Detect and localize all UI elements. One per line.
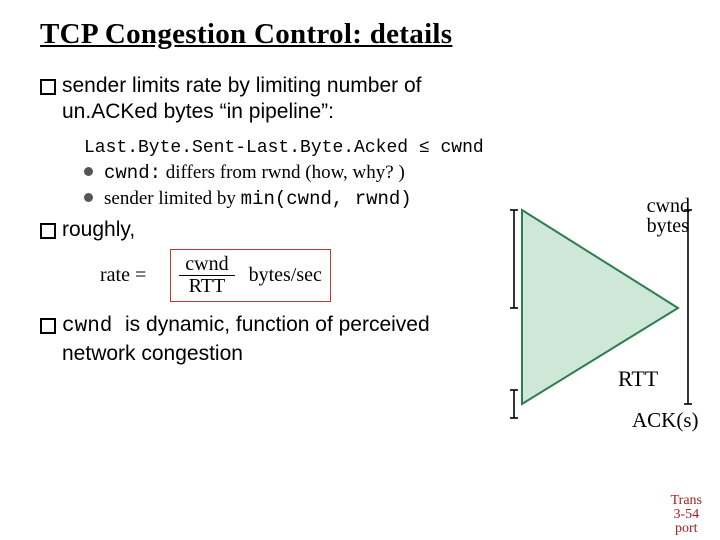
ack-label: ACK(s): [632, 408, 699, 433]
cwnd-bytes-label: cwndbytes: [647, 196, 690, 236]
rate-fraction: cwnd RTT: [179, 254, 234, 297]
rtt-label: RTT: [618, 366, 658, 392]
code-line: Last.Byte.Sent-Last.Byte.Acked ≤ cwnd: [40, 136, 500, 160]
bullet-1-text: sender limits rate by limiting number of…: [62, 74, 421, 123]
slide-title: TCP Congestion Control: details: [40, 18, 696, 51]
cwnd-rtt-diagram: cwndbytes RTT ACK(s): [504, 190, 720, 450]
sub-bullet-2: sender limited by min(cwnd, rwnd): [84, 186, 500, 213]
bullet-1: sender limits rate by limiting number of…: [40, 73, 500, 126]
slide-footer: Trans 3-54 port: [671, 494, 702, 536]
bullet-3: cwnd is dynamic, function of perceived n…: [40, 312, 500, 367]
rate-equals: rate =: [100, 264, 170, 287]
rate-units: bytes/sec: [235, 264, 322, 287]
sub-bullet-1: cwnd: differs from rwnd (how, why? ): [84, 160, 500, 187]
bullet-2: roughly,: [40, 217, 500, 243]
rate-box: cwnd RTT bytes/sec: [170, 249, 331, 302]
bullet-2-text: roughly,: [62, 218, 135, 241]
